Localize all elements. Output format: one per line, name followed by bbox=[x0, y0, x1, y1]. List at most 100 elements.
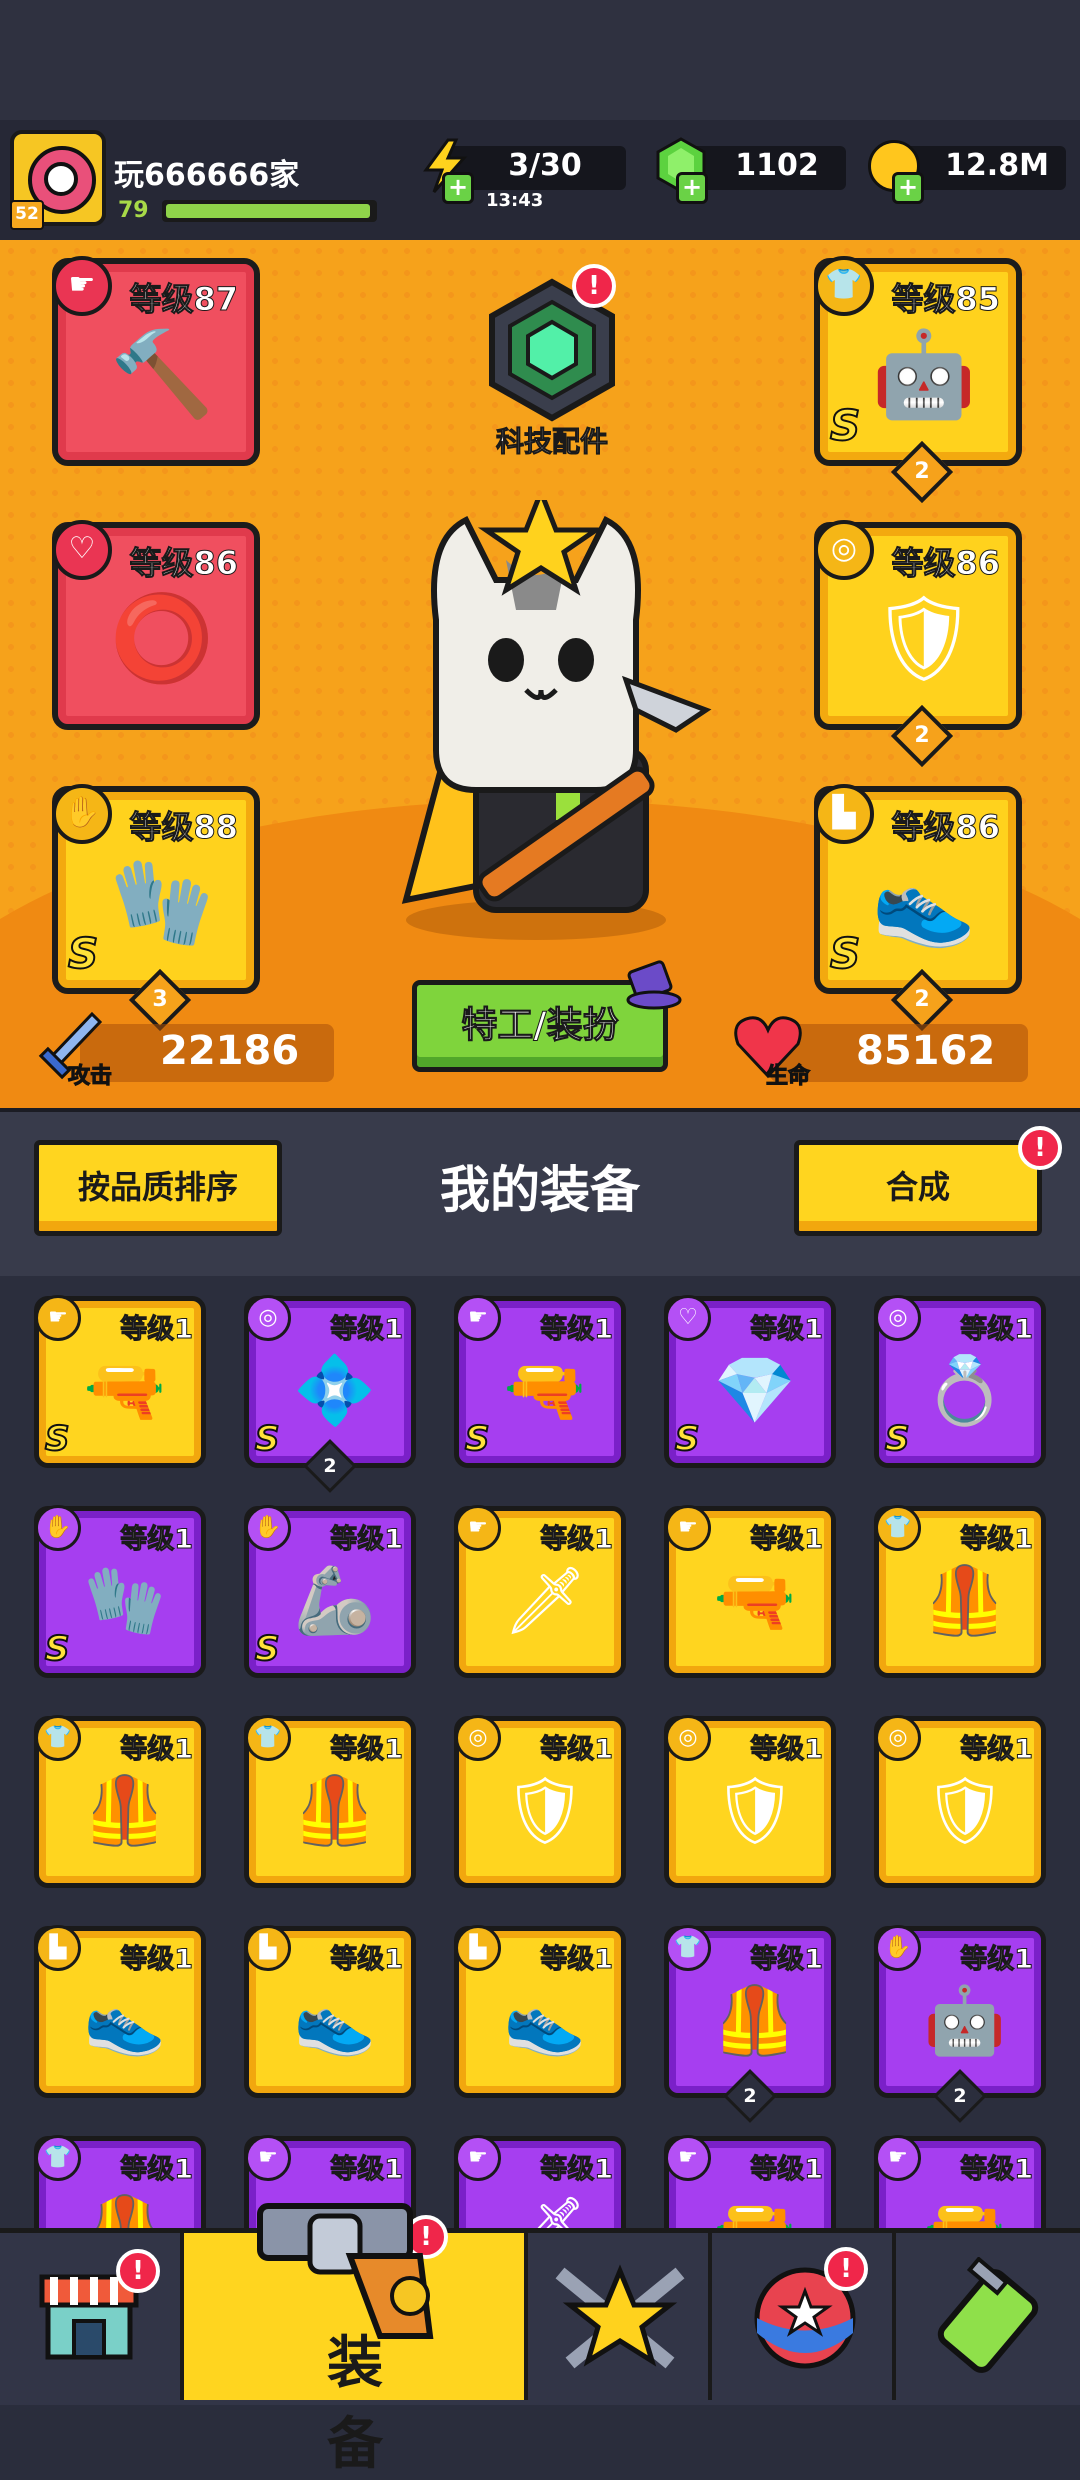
item-level: 等级1 bbox=[330, 1524, 404, 1556]
nav-battle-tab[interactable] bbox=[528, 2233, 712, 2400]
mech-glove-icon: 🧤 bbox=[109, 853, 215, 951]
equipment-item[interactable]: ▙ 等级1 👟 bbox=[454, 1925, 626, 2098]
grade-label: S bbox=[884, 1418, 910, 1460]
nav-shop-tab[interactable]: ! bbox=[0, 2233, 184, 2400]
slot-level: 等级88 bbox=[129, 808, 239, 847]
equipment-item[interactable]: 👕等级1🦺 bbox=[874, 1505, 1046, 1678]
equipment-item[interactable]: ✋ 等级1 🦾 S bbox=[244, 1505, 416, 1678]
equipment-item[interactable]: ◎ 等级1 💠 S 2 bbox=[244, 1295, 416, 1493]
mech-armor-icon: 🤖 bbox=[871, 325, 977, 423]
energy-timer: 13:43 bbox=[486, 190, 544, 211]
player-name: 玩666666家 bbox=[114, 158, 300, 193]
equipment-item[interactable]: 👕 等级1 🦺 2 bbox=[664, 1925, 836, 2123]
slot-necklace[interactable]: ♡ 等级86 ⭕ bbox=[52, 520, 260, 730]
item-type-icon: ♡ bbox=[665, 1295, 711, 1341]
equipment-item[interactable]: ☛等级1🔫 bbox=[874, 2135, 1046, 2228]
item-level: 等级1 bbox=[540, 1524, 614, 1556]
belt-type-icon: ◎ bbox=[814, 520, 874, 580]
gacha-alert-badge: ! bbox=[824, 2247, 868, 2291]
kunai-icon: 🗡 bbox=[503, 1562, 587, 1639]
armor-type-icon: 👕 bbox=[814, 256, 874, 316]
item-type-icon: ◎ bbox=[245, 1295, 291, 1341]
belt-icon: 🛡 bbox=[503, 1772, 587, 1849]
equipment-item[interactable]: ☛等级1🔫 bbox=[664, 2135, 836, 2228]
grade-label: S bbox=[67, 928, 99, 979]
slot-armor[interactable]: 👕 等级85 🤖 S bbox=[814, 256, 1022, 466]
item-type-icon: ▙ bbox=[35, 1925, 81, 1971]
equipment-item[interactable]: 👕等级1🦺 bbox=[34, 2135, 206, 2228]
tech-accessory-label: 科技配件 bbox=[495, 425, 608, 459]
coins-plus-button[interactable]: + bbox=[892, 172, 924, 204]
equipment-item[interactable]: 👕等级1🦺 bbox=[244, 1715, 416, 1888]
item-level: 等级1 bbox=[120, 1524, 194, 1556]
item-level: 等级1 bbox=[540, 1944, 614, 1976]
spiked-collar-icon: ⭕ bbox=[109, 589, 215, 687]
equipment-item[interactable]: ▙ 等级1 👟 bbox=[34, 1925, 206, 2098]
attack-label: 攻击 bbox=[67, 1064, 113, 1090]
equipment-item[interactable]: ♡ 等级1 💎 S bbox=[664, 1295, 836, 1468]
nav-gacha-tab[interactable]: ! bbox=[712, 2233, 896, 2400]
equipment-grid: ☛ 等级1 🔫 S ◎ 等级1 💠 S 2 ☛ 等级1 🔫 S ♡ 等级1 💎 S ◎ 等级1 💍 S ✋ 等级1 🧤 S ✋ 等级… bbox=[0, 1276, 1080, 2228]
equipment-item[interactable]: ✋ 等级1 🤖 2 bbox=[874, 1925, 1046, 2123]
item-type-icon: ◎ bbox=[875, 1715, 921, 1761]
equip-tab-label: 装备 bbox=[327, 2331, 383, 2477]
item-level: 等级1 bbox=[120, 1314, 194, 1346]
item-level: 等级1 bbox=[330, 1944, 404, 1976]
blade-icon: 🗡 bbox=[499, 2185, 591, 2228]
equipment-item[interactable]: ◎ 等级1 🛡 bbox=[664, 1715, 836, 1888]
item-count-badge: 2 bbox=[933, 2069, 987, 2123]
slot-belt[interactable]: ◎ 等级86 🛡 bbox=[814, 520, 1022, 730]
merge-button[interactable]: 合成 bbox=[794, 1140, 1042, 1236]
sort-by-quality-button[interactable]: 按品质排序 bbox=[34, 1140, 282, 1236]
equipment-item[interactable]: ◎ 等级1 🛡 bbox=[874, 1715, 1046, 1888]
item-type-icon: ☛ bbox=[455, 2135, 501, 2181]
slot-glove[interactable]: ✋ 等级88 🧤 S bbox=[52, 784, 260, 994]
equipment-item[interactable]: ◎ 等级1 💍 S bbox=[874, 1295, 1046, 1468]
belt-icon: 🛡 bbox=[923, 1772, 1007, 1849]
item-type-icon: ☛ bbox=[35, 1295, 81, 1341]
equipment-item[interactable]: 👕等级1🦺 bbox=[34, 1715, 206, 1888]
grade-label: S bbox=[674, 1418, 700, 1460]
status-bar-area bbox=[0, 0, 1080, 120]
vest-icon: 🦺 bbox=[83, 1772, 167, 1849]
equipment-item[interactable]: ☛ 等级1 🗡 bbox=[454, 1505, 626, 1678]
nav-lab-tab[interactable] bbox=[896, 2233, 1080, 2400]
item-type-icon: ☛ bbox=[665, 2135, 711, 2181]
slot-weapon[interactable]: ☛ 等级87 🔨 bbox=[52, 256, 260, 466]
blaster-icon: 🔫 bbox=[503, 1352, 587, 1429]
player-level: 79 bbox=[118, 198, 149, 223]
equipment-item[interactable]: ▙ 等级1 👟 bbox=[244, 1925, 416, 2098]
grade-label: S bbox=[44, 1418, 70, 1460]
item-count-badge: 2 bbox=[723, 2069, 777, 2123]
cat-character[interactable] bbox=[386, 485, 716, 940]
crossed-swords-star-icon bbox=[550, 2253, 690, 2402]
equipment-item[interactable]: ☛等级1🔫 bbox=[664, 1505, 836, 1678]
mech-glove-icon: 🧤 bbox=[83, 1562, 167, 1639]
pickaxe-icon: 🔨 bbox=[109, 325, 215, 423]
coins-value: 12.8M bbox=[945, 148, 1049, 183]
item-type-icon: ☛ bbox=[455, 1505, 501, 1551]
item-type-icon: ▙ bbox=[455, 1925, 501, 1971]
equipment-item[interactable]: ☛等级1🗡 bbox=[454, 2135, 626, 2228]
hp-label: 生命 bbox=[765, 1064, 811, 1090]
equipment-item[interactable]: ✋ 等级1 🧤 S bbox=[34, 1505, 206, 1678]
slot-boots[interactable]: ▙ 等级86 👟 S bbox=[814, 784, 1022, 994]
item-level: 等级1 bbox=[330, 1734, 404, 1766]
equipment-item[interactable]: ☛ 等级1 🔫 S bbox=[34, 1295, 206, 1468]
equipment-item[interactable]: ◎ 等级1 🛡 bbox=[454, 1715, 626, 1888]
item-level: 等级1 bbox=[960, 1734, 1034, 1766]
hat-icon bbox=[622, 956, 684, 1012]
avatar-eye bbox=[44, 162, 78, 196]
gems-plus-button[interactable]: + bbox=[676, 172, 708, 204]
blaster-icon: 🔫 bbox=[83, 1352, 167, 1429]
grade-label: S bbox=[829, 928, 861, 979]
belt-icon: 💍 bbox=[923, 1352, 1007, 1429]
grade-label: S bbox=[254, 1628, 280, 1670]
sneaker-icon: 👟 bbox=[503, 1982, 587, 2059]
hp-value: 85162 bbox=[856, 1028, 996, 1074]
item-type-icon: ✋ bbox=[875, 1925, 921, 1971]
equipment-item[interactable]: ☛ 等级1 🔫 S bbox=[454, 1295, 626, 1468]
belt-icon: 🛡 bbox=[713, 1772, 797, 1849]
slot-level: 等级87 bbox=[129, 280, 239, 319]
necklace-type-icon: ♡ bbox=[52, 520, 112, 580]
